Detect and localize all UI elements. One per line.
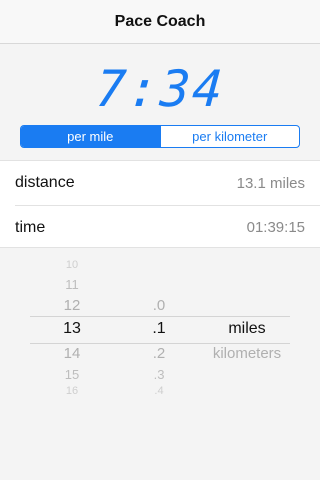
picker-item-selected: .1 <box>152 320 166 337</box>
picker-item: 11 <box>65 277 79 292</box>
segment-per-mile[interactable]: per mile <box>21 126 160 147</box>
time-row[interactable]: time 01:39:15 <box>15 205 320 249</box>
picker-item: 15 <box>64 367 80 382</box>
distance-row[interactable]: distance 13.1 miles <box>0 161 320 205</box>
picker-item: .2 <box>152 345 166 362</box>
picker-item: kilometers <box>212 345 282 362</box>
picker-unit-column[interactable]: miles kilometers <box>198 252 296 406</box>
time-value: 01:39:15 <box>246 219 305 236</box>
page-title: Pace Coach <box>114 12 206 30</box>
navigation-bar: Pace Coach <box>0 0 320 44</box>
picker-item-selected: miles <box>228 320 266 337</box>
picker-item-selected: 13 <box>63 320 81 337</box>
segment-per-kilometer[interactable]: per kilometer <box>159 126 300 147</box>
picker-item: 10 <box>65 259 79 271</box>
picker-item: 14 <box>63 345 81 362</box>
distance-picker[interactable]: 10 11 12 13 14 15 16 .0 .1 .2 .3 .4 mile… <box>0 252 320 406</box>
picker-item: 12 <box>63 297 81 314</box>
picker-integer-column[interactable]: 10 11 12 13 14 15 16 <box>36 252 108 406</box>
unit-segmented-control: per mile per kilometer <box>20 125 300 148</box>
pace-display: 7:34 <box>0 58 320 120</box>
picker-item: .3 <box>153 367 165 382</box>
distance-value: 13.1 miles <box>236 174 305 192</box>
pace-value: 7:34 <box>93 60 227 118</box>
picker-item: .4 <box>154 385 164 397</box>
picker-decimal-column[interactable]: .0 .1 .2 .3 .4 <box>124 252 194 406</box>
time-label: time <box>15 218 46 236</box>
picker-item: .0 <box>152 297 166 314</box>
distance-label: distance <box>15 174 75 191</box>
settings-table: distance 13.1 miles time 01:39:15 <box>0 160 320 248</box>
picker-item: 16 <box>65 385 79 397</box>
